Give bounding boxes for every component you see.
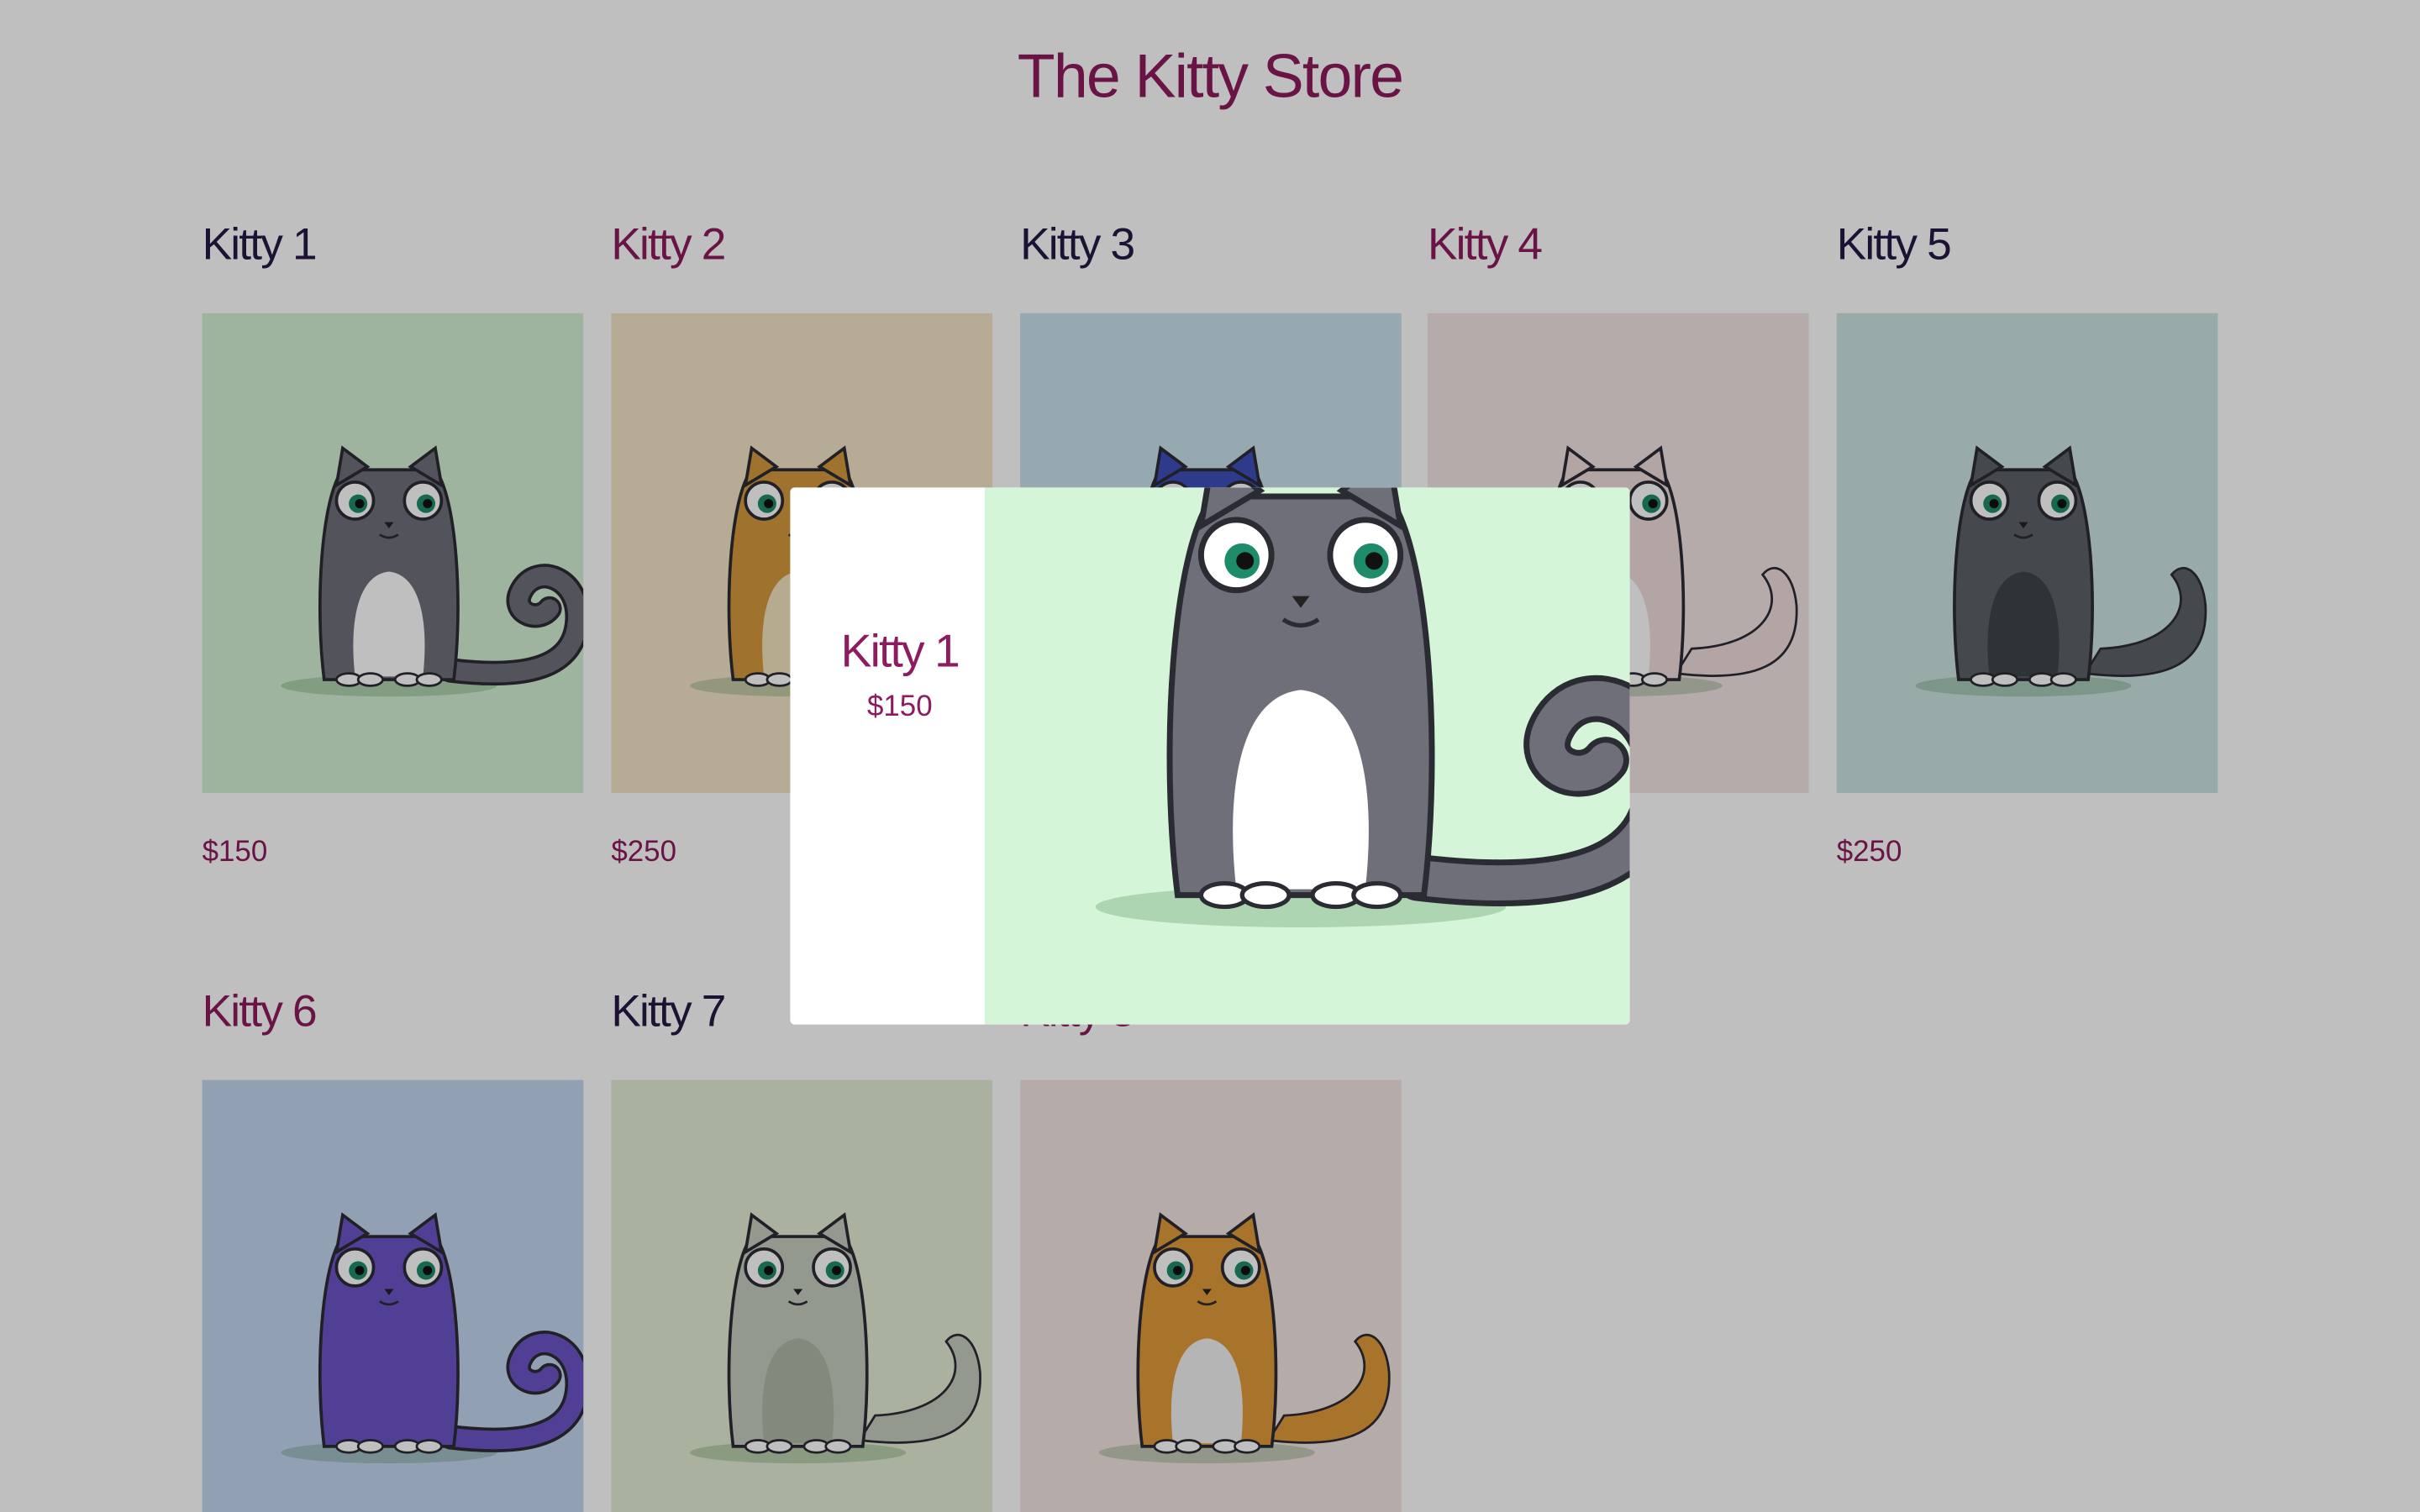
- modal-kitty-image: [984, 487, 1630, 1025]
- kitty-modal: Kitty 1 $150: [790, 487, 1630, 1025]
- modal-info: Kitty 1 $150: [790, 487, 985, 1025]
- modal-kitty-name: Kitty 1: [840, 626, 960, 678]
- modal-kitty-price: $150: [866, 690, 933, 724]
- modal-cat-illustration: [1095, 487, 1630, 927]
